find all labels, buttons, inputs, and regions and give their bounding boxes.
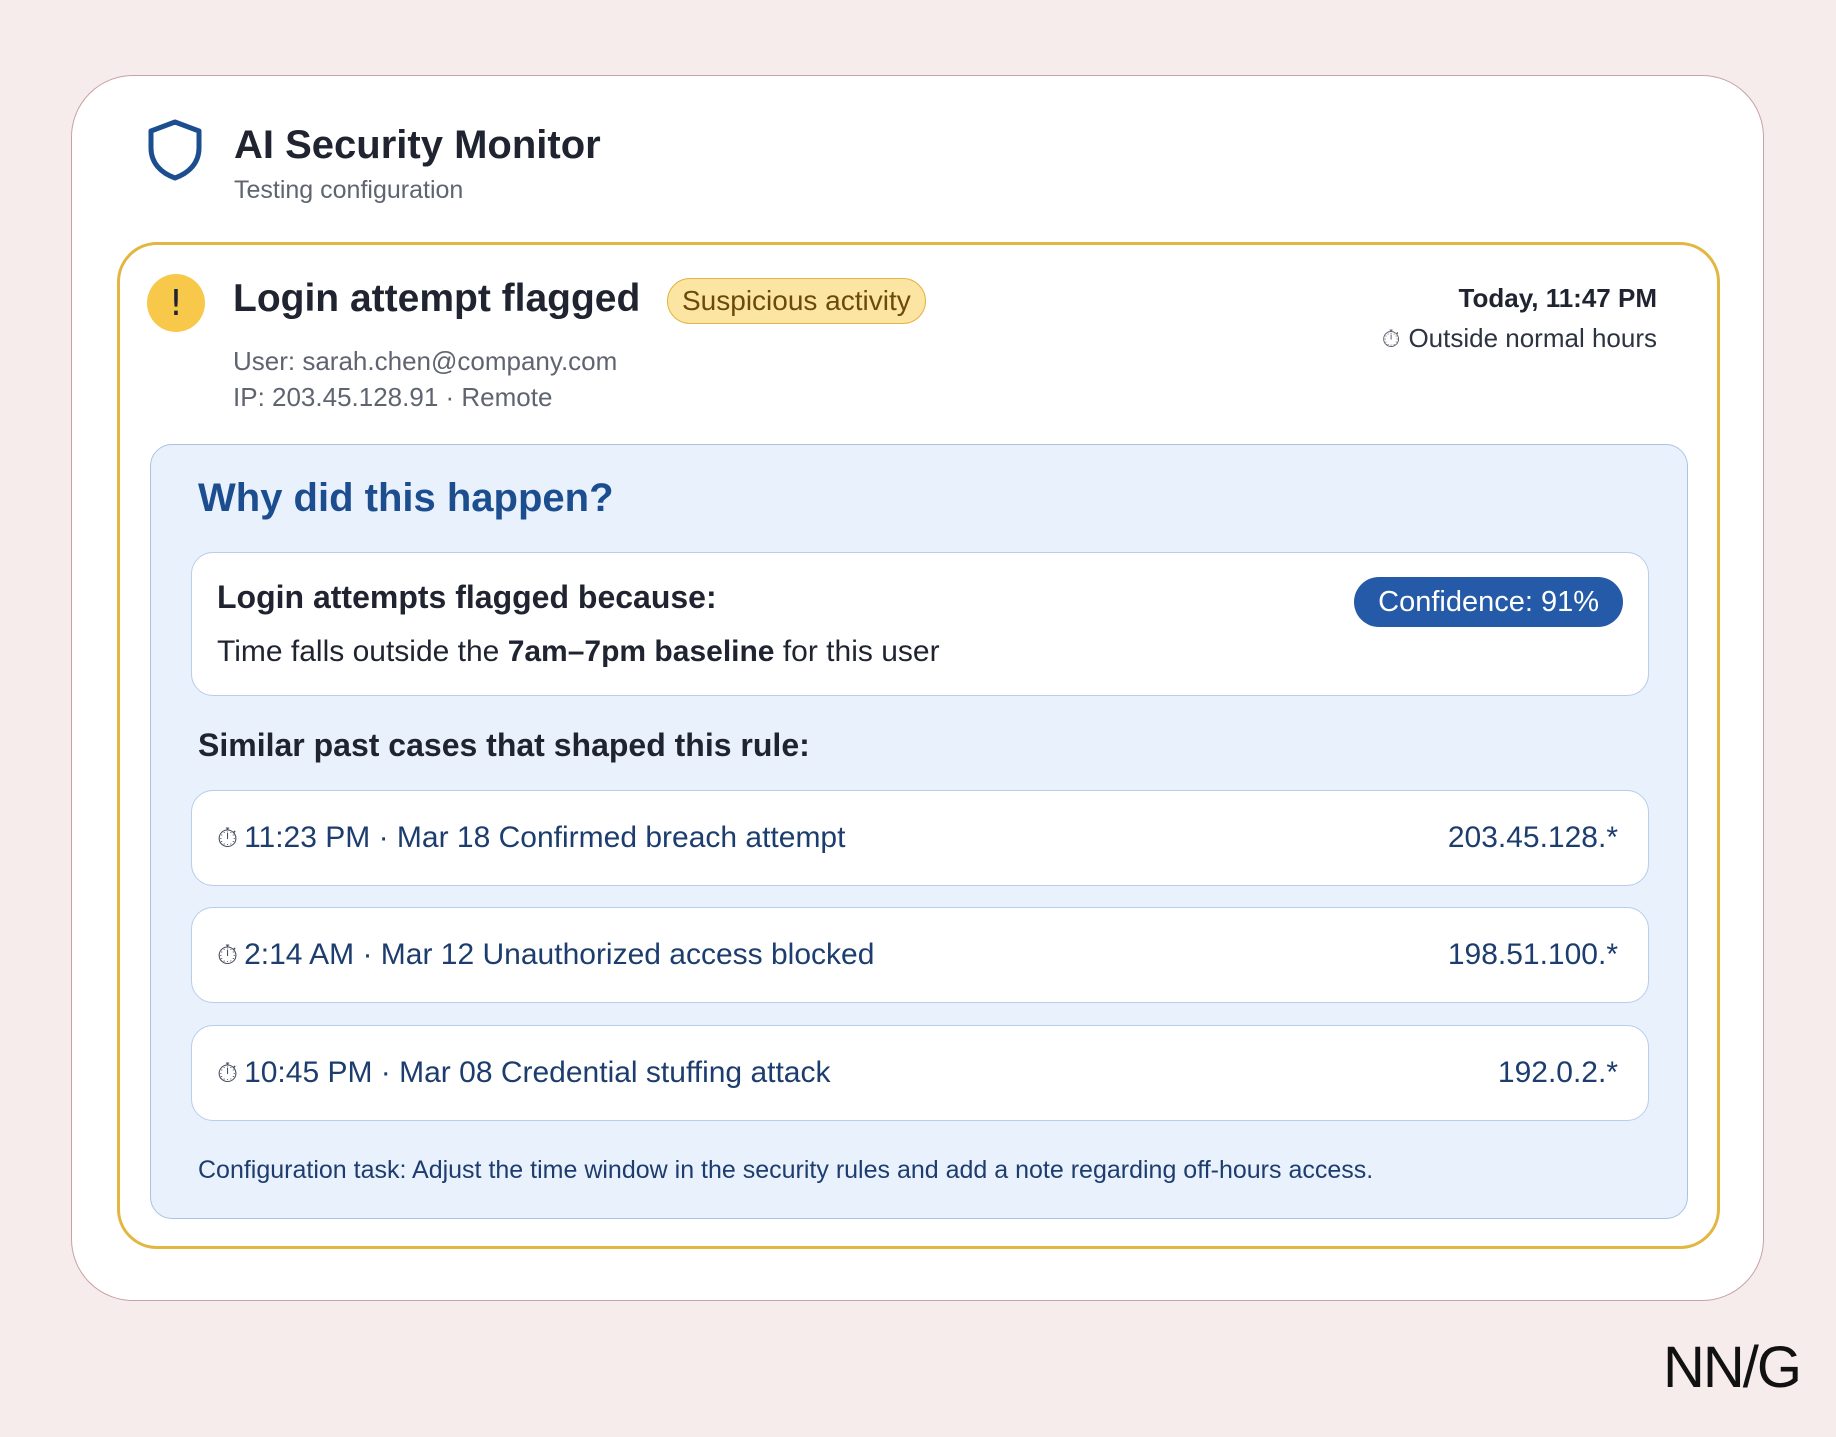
stopwatch-icon: ⏱ (217, 940, 239, 971)
security-monitor-card: AI Security Monitor Testing configuratio… (71, 75, 1764, 1301)
reason-suffix: for this user (774, 635, 940, 668)
case-description: Credential stuffing attack (500, 1056, 831, 1089)
configuration-task-note: Configuration task: Adjust the time wind… (198, 1156, 1374, 1184)
explanation-panel: Why did this happen? Login attempts flag… (150, 444, 1688, 1219)
alert-timestamp: Today, 11:47 PM ⏱ Outside normal hours (1382, 283, 1657, 354)
case-summary: ⏱ 11:23 PM · Mar 18 Confirmed breach atte… (217, 791, 845, 884)
case-row[interactable]: ⏱ 2:14 AM · Mar 12 Unauthorized access bl… (191, 907, 1649, 1003)
case-ip: 198.51.100.* (1447, 938, 1618, 971)
alert-time: Today, 11:47 PM (1458, 283, 1657, 313)
stopwatch-icon: ⏱ (1381, 325, 1401, 353)
reason-baseline: 7am–7pm baseline (507, 635, 775, 668)
case-row[interactable]: ⏱ 10:45 PM · Mar 08 Credential stuffing a… (191, 1025, 1649, 1121)
alert-card: ! Login attempt flagged Suspicious activ… (117, 242, 1720, 1249)
time-note: ⏱ Outside normal hours (1382, 323, 1657, 354)
reason-box: Login attempts flagged because: Time fal… (191, 552, 1649, 696)
alert-title: Login attempt flagged (233, 277, 641, 320)
case-time: 11:23 PM · Mar 18 (244, 821, 491, 854)
app-subtitle: Testing configuration (234, 176, 464, 204)
explanation-title: Why did this happen? (198, 476, 614, 520)
app-title: AI Security Monitor (234, 123, 601, 167)
stopwatch-icon: ⏱ (217, 823, 239, 854)
case-description: Confirmed breach attempt (498, 821, 846, 854)
case-summary: ⏱ 2:14 AM · Mar 12 Unauthorized access bl… (217, 908, 874, 1001)
warning-icon: ! (147, 274, 205, 332)
stopwatch-icon: ⏱ (217, 1058, 239, 1089)
case-time: 10:45 PM · Mar 08 (244, 1056, 493, 1089)
reason-heading: Login attempts flagged because: (217, 579, 717, 615)
status-badge: Suspicious activity (667, 278, 926, 324)
nng-logo: NN/G (1663, 1335, 1802, 1400)
case-summary: ⏱ 10:45 PM · Mar 08 Credential stuffing a… (217, 1026, 830, 1119)
cases-heading: Similar past cases that shaped this rule… (198, 727, 810, 763)
case-row[interactable]: ⏱ 11:23 PM · Mar 18 Confirmed breach atte… (191, 790, 1649, 886)
reason-prefix: Time falls outside the (217, 635, 508, 668)
time-note-label: Outside normal hours (1408, 323, 1657, 353)
alert-ip: IP: 203.45.128.91 · Remote (233, 382, 553, 412)
case-description: Unauthorized access blocked (482, 938, 875, 971)
confidence-badge: Confidence: 91% (1354, 577, 1623, 627)
alert-user: User: sarah.chen@company.com (233, 346, 618, 376)
case-time: 2:14 AM · Mar 12 (244, 938, 475, 971)
case-ip: 203.45.128.* (1447, 821, 1618, 854)
reason-text: Time falls outside the 7am–7pm baseline … (217, 635, 940, 669)
shield-icon (148, 119, 202, 181)
case-ip: 192.0.2.* (1497, 1056, 1618, 1089)
